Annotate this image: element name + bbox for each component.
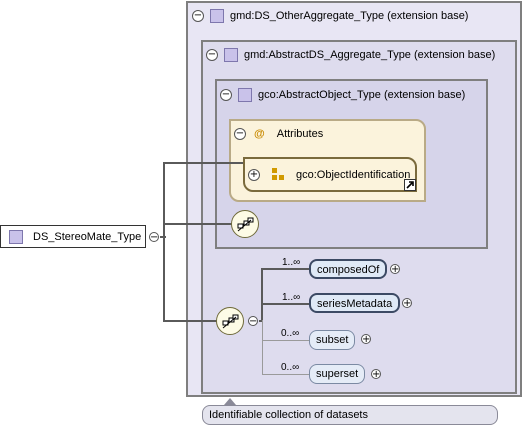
sequence-icon (216, 307, 244, 335)
collapse-icon[interactable]: − (206, 49, 218, 61)
branch-line (262, 340, 309, 341)
complex-type-icon (210, 9, 224, 23)
connector-line (163, 223, 232, 225)
attributes-label: Attributes (276, 128, 324, 140)
branch-line (261, 303, 309, 305)
object-identification-label: gco:ObjectIdentification (296, 169, 411, 181)
branch-line (261, 268, 263, 321)
attributes-header: − @ Attributes (234, 128, 323, 140)
collapse-icon[interactable]: − (234, 128, 246, 140)
other-aggregate-label: gmd:DS_OtherAggregate_Type (extension ba… (230, 10, 469, 22)
connector-line (163, 162, 243, 164)
other-aggregate-header: − gmd:DS_OtherAggregate_Type (extension … (192, 9, 468, 23)
abstract-object-header: − gco:AbstractObject_Type (extension bas… (220, 88, 465, 102)
object-identification-box[interactable]: + gco:ObjectIdentification (243, 157, 417, 192)
root-type-box[interactable]: DS_StereoMate_Type (0, 225, 146, 248)
attribute-group-icon (272, 168, 286, 182)
expand-icon[interactable]: + (361, 334, 371, 345)
element-composed-of[interactable]: composedOf (309, 259, 388, 279)
element-subset[interactable]: subset (309, 330, 356, 350)
collapse-icon[interactable]: − (149, 232, 159, 243)
element-multiplicity: 0..∞ (281, 328, 300, 339)
expand-icon[interactable]: + (402, 298, 412, 309)
abstract-aggregate-label: gmd:AbstractDS_Aggregate_Type (extension… (244, 49, 496, 61)
connector-line (163, 320, 217, 322)
collapse-icon[interactable]: − (248, 316, 258, 327)
object-identification-row: + gco:ObjectIdentification (248, 168, 410, 182)
link-arrow-icon[interactable] (404, 179, 416, 191)
complex-type-icon (238, 88, 252, 102)
element-multiplicity: 0..∞ (281, 362, 300, 373)
branch-line (261, 268, 309, 270)
expand-icon[interactable]: + (371, 369, 381, 380)
element-multiplicity: 1..∞ (282, 257, 301, 268)
element-series-metadata[interactable]: seriesMetadata (309, 293, 401, 313)
annotation-pointer (224, 398, 236, 405)
collapse-icon[interactable]: − (220, 89, 232, 101)
annotation: Identifiable collection of datasets (202, 405, 498, 425)
abstract-aggregate-header: − gmd:AbstractDS_Aggregate_Type (extensi… (206, 48, 495, 62)
branch-line (262, 320, 263, 375)
element-superset[interactable]: superset (309, 364, 366, 384)
expand-icon[interactable]: + (390, 264, 400, 275)
complex-type-icon (224, 48, 238, 62)
sequence-icon (231, 210, 259, 238)
root-type-label: DS_StereoMate_Type (33, 230, 142, 243)
branch-line (262, 374, 309, 375)
expand-icon[interactable]: + (248, 169, 260, 181)
abstract-object-label: gco:AbstractObject_Type (extension base) (258, 89, 466, 101)
complex-type-icon (9, 229, 23, 244)
element-multiplicity: 1..∞ (282, 292, 301, 303)
collapse-icon[interactable]: − (192, 10, 204, 22)
connector-line (163, 162, 165, 322)
attribute-at-icon: @ (254, 128, 265, 140)
